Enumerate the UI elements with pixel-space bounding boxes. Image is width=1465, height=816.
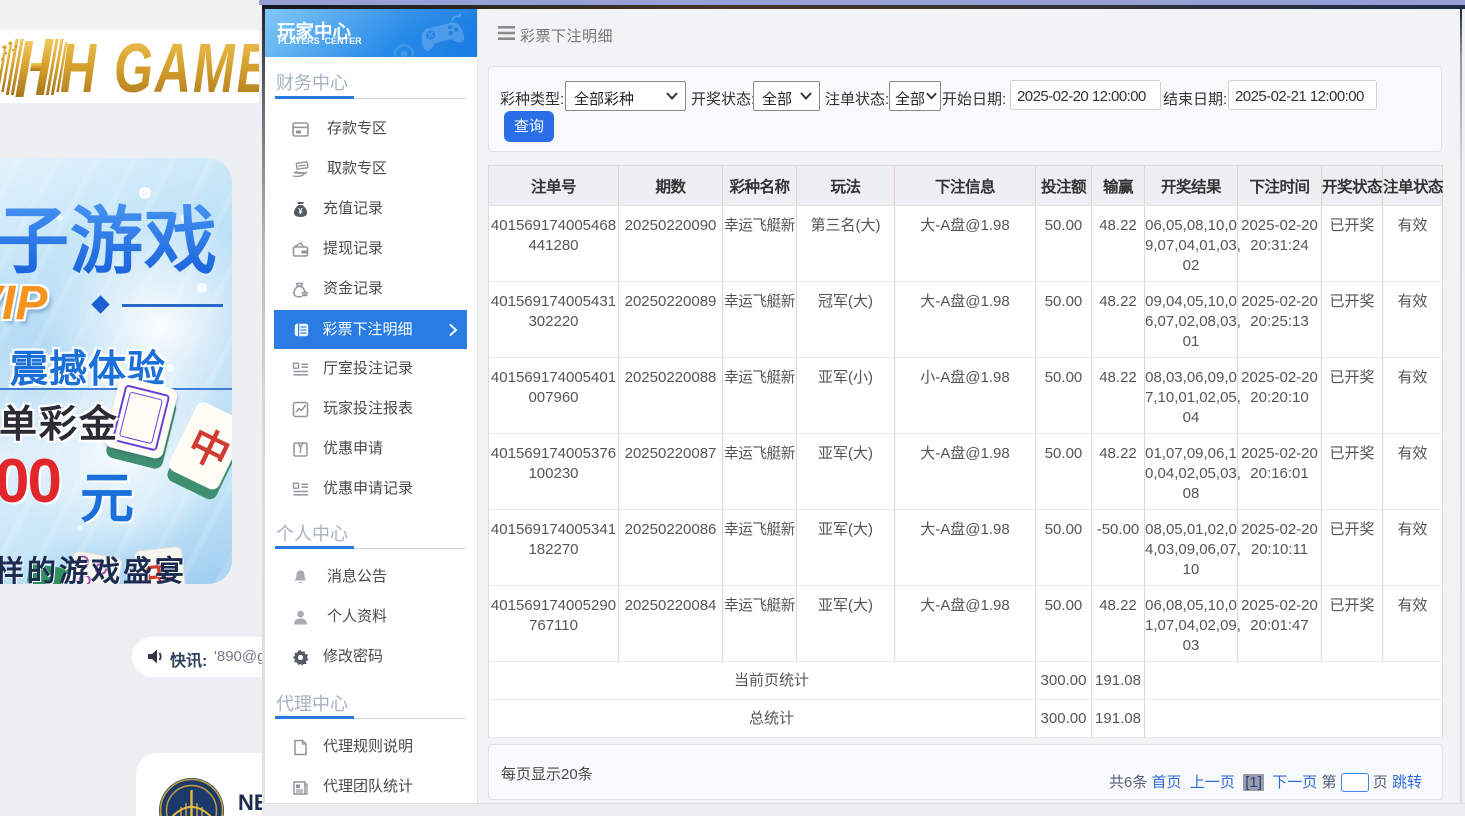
svg-text:H GAME: H GAME: [60, 37, 259, 99]
svg-text:¥: ¥: [298, 207, 303, 216]
